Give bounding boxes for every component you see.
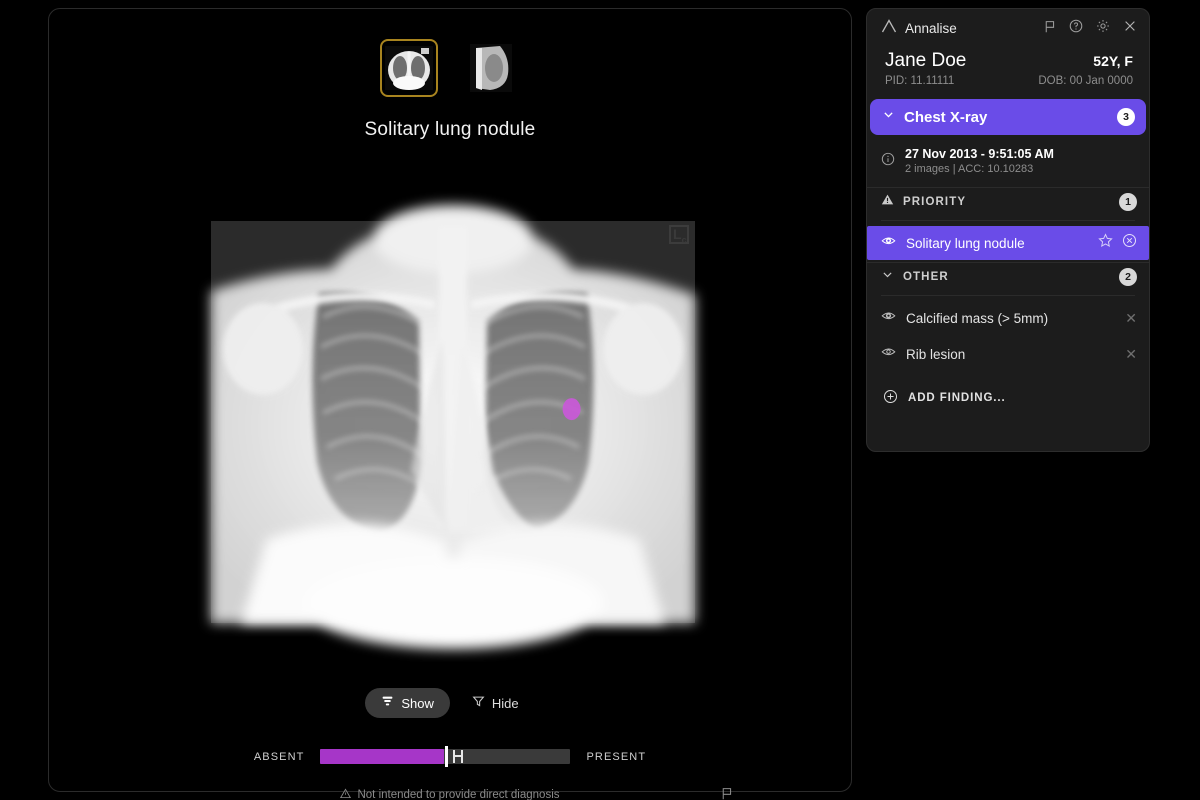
- flag-button[interactable]: [1043, 20, 1056, 38]
- hide-overlay-button[interactable]: Hide: [456, 688, 535, 718]
- study-header[interactable]: Chest X-ray 3: [870, 99, 1146, 135]
- confidence-marker: [445, 746, 449, 767]
- plus-circle-icon: [883, 389, 898, 407]
- panel-header: Annalise: [867, 9, 1149, 46]
- study-datetime: 27 Nov 2013 - 9:51:05 AM: [905, 147, 1054, 161]
- report-flag-button[interactable]: [720, 787, 733, 800]
- thumbnail-frontal-pa-view[interactable]: [380, 39, 438, 97]
- study-submeta: 2 images | ACC: 10.10283: [905, 163, 1034, 175]
- eye-outline-icon[interactable]: [881, 344, 896, 364]
- finding-row-solitary-lung-nodule[interactable]: Solitary lung nodule: [867, 226, 1149, 260]
- study-title: Chest X-ray: [904, 108, 988, 126]
- section-count-priority: 1: [1119, 193, 1137, 211]
- chevron-down-icon: [881, 268, 894, 286]
- viewer-panel: Solitary lung nodule Lc Show Hide ABSENT…: [48, 8, 852, 800]
- laterality-sub: c: [681, 234, 687, 245]
- overlay-toggle-group: Show Hide: [49, 688, 851, 718]
- funnel-filled-icon: [381, 695, 394, 711]
- laterality-marker-icon: Lc: [669, 225, 689, 245]
- show-label: Show: [401, 695, 434, 711]
- finding-label: Solitary lung nodule: [906, 235, 1025, 251]
- annalise-viewer-app: Solitary lung nodule Lc Show Hide ABSENT…: [0, 0, 1200, 800]
- finding-row-rib-lesion[interactable]: Rib lesion ✕: [867, 337, 1149, 371]
- section-title-priority: PRIORITY: [903, 196, 967, 208]
- patient-name: Jane Doe: [885, 50, 967, 71]
- patient-info: Jane Doe 52Y, F PID: 11.11111 DOB: 00 Ja…: [867, 46, 1149, 97]
- hide-label: Hide: [491, 695, 519, 711]
- finding-list-priority: Solitary lung nodule: [867, 221, 1149, 260]
- section-header-other[interactable]: OTHER 2: [867, 262, 1149, 291]
- add-finding-label: ADD FINDING...: [908, 392, 1006, 404]
- eye-filled-icon[interactable]: [881, 233, 896, 253]
- patient-dob: DOB: 00 Jan 0000: [1038, 75, 1133, 87]
- laterality-letter: L: [673, 226, 682, 242]
- findings-panel: Annalise Jane Doe 52Y, F PID: 11.11111 D…: [866, 8, 1150, 452]
- warning-triangle-icon: [881, 193, 894, 211]
- thumbnail-strip: [49, 39, 851, 97]
- help-button[interactable]: [1069, 19, 1083, 38]
- confidence-bracket: [452, 750, 464, 763]
- info-circle-icon: [881, 152, 895, 171]
- eye-filled-icon[interactable]: [881, 308, 896, 328]
- confidence-bar: ABSENT PRESENT: [49, 746, 851, 767]
- xray-image[interactable]: Lc: [211, 205, 695, 649]
- study-count-badge: 3: [1117, 108, 1135, 126]
- view-caption: Solitary lung nodule: [364, 119, 536, 140]
- dismiss-finding-button[interactable]: ✕: [1125, 311, 1137, 325]
- star-outline-icon[interactable]: [1098, 233, 1113, 253]
- header-actions: [1043, 19, 1137, 38]
- show-overlay-button[interactable]: Show: [365, 688, 450, 718]
- brand: Annalise: [881, 19, 957, 38]
- nodule-marker: [562, 398, 581, 421]
- add-finding-button[interactable]: ADD FINDING...: [867, 373, 1149, 421]
- confidence-fill: [320, 749, 445, 764]
- study-meta[interactable]: 27 Nov 2013 - 9:51:05 AM 2 images | ACC:…: [867, 135, 1149, 187]
- funnel-outline-icon: [472, 695, 485, 711]
- peak-logo-icon: [881, 19, 897, 38]
- patient-pid: PID: 11.11111: [885, 75, 955, 87]
- circle-x-icon[interactable]: [1122, 233, 1137, 253]
- brand-name: Annalise: [905, 21, 957, 36]
- disclaimer-text: Not intended to provide direct diagnosis: [357, 789, 560, 800]
- finding-label: Calcified mass (> 5mm): [906, 310, 1049, 326]
- thumbnail-lateral-view[interactable]: [462, 39, 520, 97]
- section-title-other: OTHER: [903, 271, 949, 283]
- section-header-priority[interactable]: PRIORITY 1: [867, 187, 1149, 216]
- dismiss-finding-button[interactable]: ✕: [1125, 347, 1137, 361]
- finding-list-other: Calcified mass (> 5mm) ✕ Rib lesion ✕: [867, 296, 1149, 371]
- close-button[interactable]: [1123, 19, 1137, 38]
- confidence-absent-label: ABSENT: [253, 750, 305, 763]
- section-count-other: 2: [1119, 268, 1137, 286]
- chevron-down-icon: [882, 108, 895, 126]
- finding-label: Rib lesion: [906, 346, 966, 362]
- patient-age-sex: 52Y, F: [1093, 53, 1133, 69]
- finding-row-calcified-mass[interactable]: Calcified mass (> 5mm) ✕: [867, 301, 1149, 335]
- confidence-present-label: PRESENT: [586, 750, 647, 763]
- warning-triangle-icon: [340, 788, 352, 800]
- confidence-track[interactable]: [320, 746, 571, 767]
- settings-button[interactable]: [1096, 19, 1110, 38]
